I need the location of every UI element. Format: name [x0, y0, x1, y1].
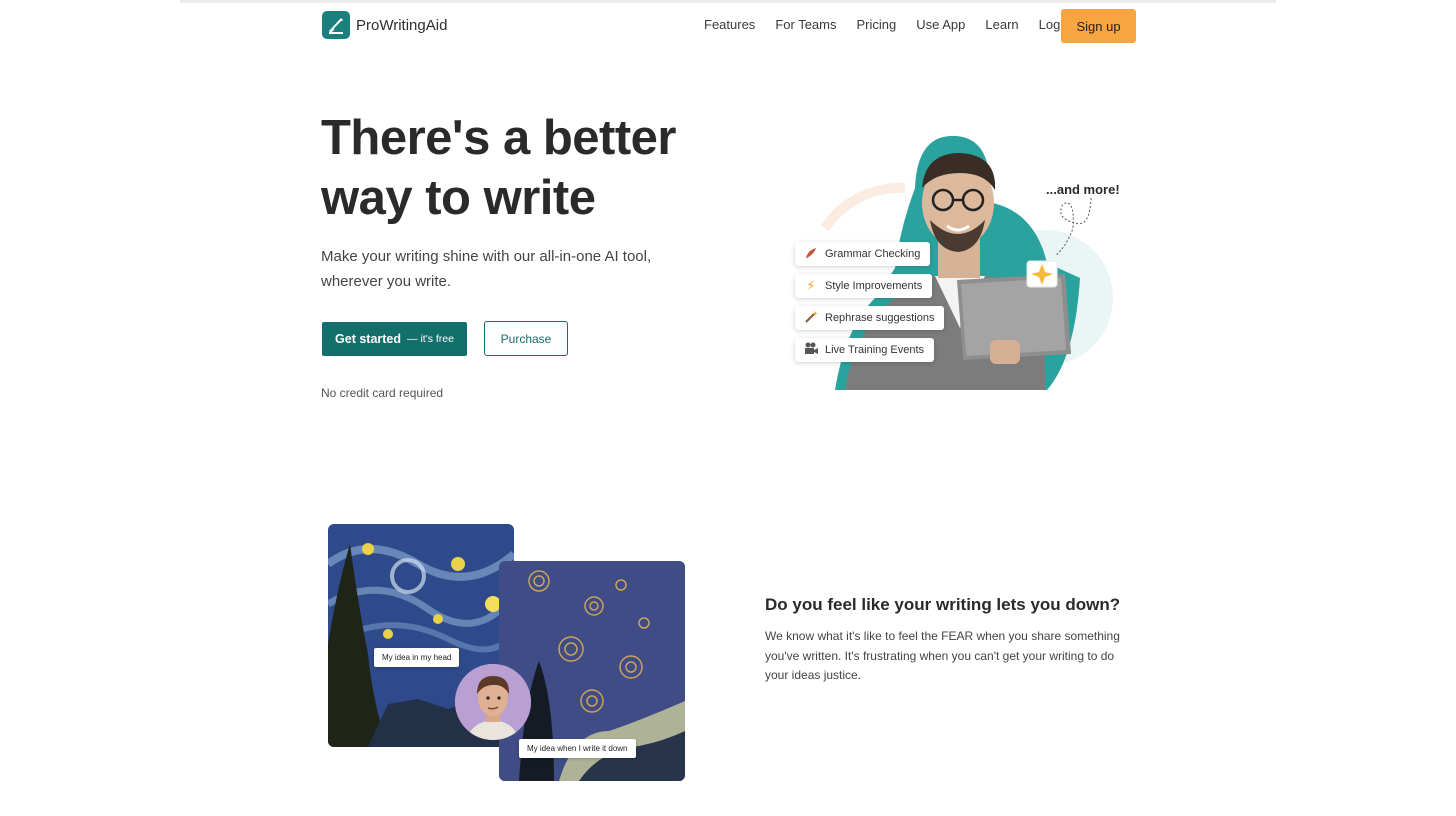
feature-chip-rephrase: Rephrase suggestions: [795, 306, 945, 330]
lightning-icon: ⚡: [806, 278, 816, 293]
feature-label: Rephrase suggestions: [825, 312, 935, 324]
idea-in-head-bubble: My idea in my head: [374, 648, 460, 667]
feather-logo-icon: [322, 11, 350, 39]
get-started-button[interactable]: Get started — it's free: [322, 322, 467, 356]
feature-chip-style: ⚡ Style Improvements: [795, 274, 933, 298]
feature-chip-training: Live Training Events: [795, 338, 935, 362]
get-started-label: Get started: [335, 332, 402, 346]
nav-features[interactable]: Features: [704, 17, 755, 32]
nav-use-app[interactable]: Use App: [916, 17, 965, 32]
hero-title: There's a better way to write: [321, 111, 676, 225]
purchase-button[interactable]: Purchase: [484, 321, 568, 356]
section-body: We know what it's like to feel the FEAR …: [765, 629, 1120, 682]
section-title: Do you feel like your writing lets you d…: [765, 595, 1121, 614]
video-camera-icon: [803, 342, 819, 358]
main-nav: Features For Teams Pricing Use App Learn…: [704, 17, 1094, 32]
brand-name: ProWritingAid: [356, 16, 448, 34]
its-free-label: — it's free: [407, 333, 454, 345]
sign-up-button[interactable]: Sign up: [1061, 9, 1136, 43]
feature-label: Grammar Checking: [825, 248, 921, 260]
feature-label: Live Training Events: [825, 344, 925, 356]
top-divider: [180, 0, 1276, 3]
brand-logo[interactable]: ProWritingAid: [322, 11, 447, 39]
nav-learn[interactable]: Learn: [985, 17, 1018, 32]
feature-label: Style Improvements: [825, 280, 923, 292]
no-credit-card-note: No credit card required: [321, 386, 444, 400]
magic-wand-icon: [803, 310, 819, 327]
idea-written-bubble: My idea when I write it down: [519, 739, 636, 758]
avatar: [455, 664, 531, 740]
hero-subtitle: Make your writing shine with our all-in-…: [321, 248, 652, 290]
nav-pricing[interactable]: Pricing: [856, 17, 896, 32]
quill-icon: [803, 246, 819, 263]
nav-for-teams[interactable]: For Teams: [775, 17, 836, 32]
feature-chip-grammar: Grammar Checking: [795, 242, 931, 266]
and-more-label: ...and more!: [1046, 182, 1120, 197]
